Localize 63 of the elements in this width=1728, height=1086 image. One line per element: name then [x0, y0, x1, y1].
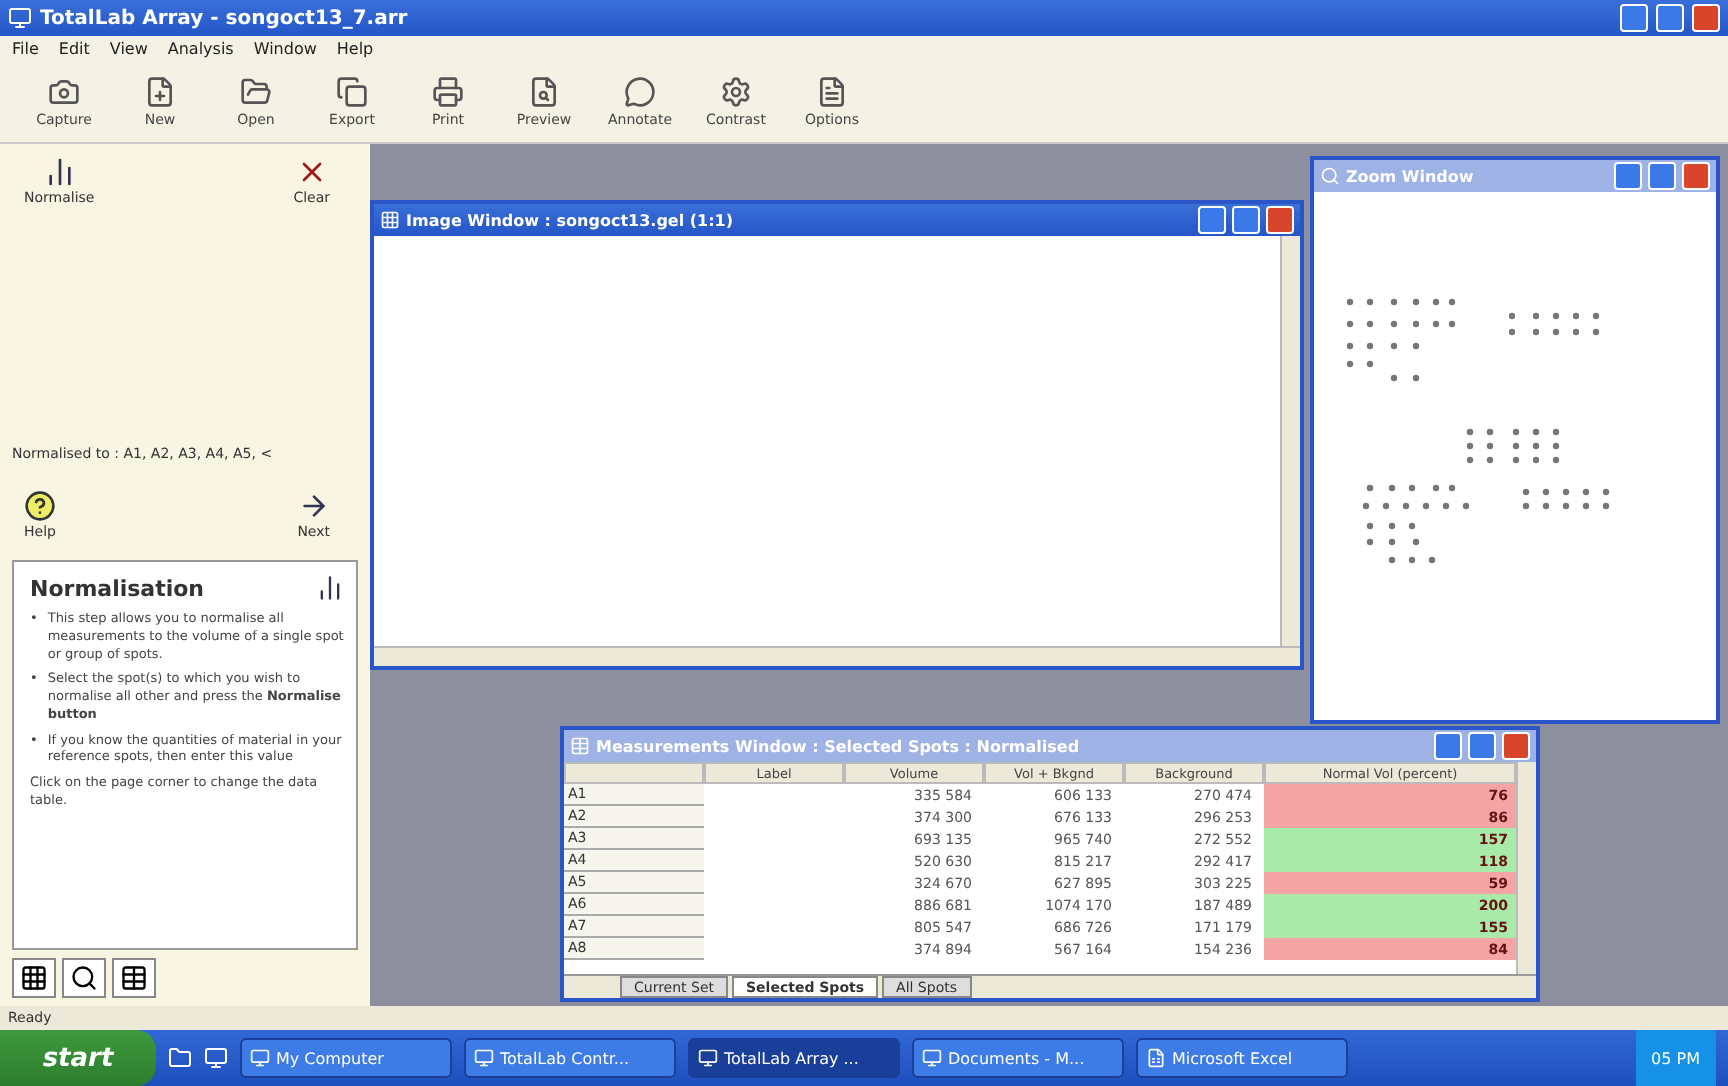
tool-icon — [816, 75, 848, 107]
window-icon — [922, 1048, 942, 1068]
close-button[interactable] — [1502, 732, 1530, 760]
folder-icon[interactable] — [168, 1046, 192, 1070]
menu-item[interactable]: Edit — [58, 39, 90, 57]
window-icon — [474, 1048, 494, 1068]
printer-icon — [432, 75, 464, 107]
panel-tab[interactable] — [112, 958, 156, 998]
close-button[interactable] — [1682, 162, 1710, 190]
close-button[interactable] — [1692, 4, 1720, 32]
taskbar-button[interactable]: My Computer — [240, 1038, 452, 1078]
maximize-button[interactable] — [1648, 162, 1676, 190]
scrollbar[interactable] — [374, 646, 1300, 666]
menu-item[interactable]: View — [109, 39, 148, 57]
clock: 05 PM — [1651, 1049, 1700, 1067]
grid-icon — [380, 210, 400, 230]
menu-item[interactable]: File — [12, 39, 39, 57]
maximize-button[interactable] — [1468, 732, 1496, 760]
menu-item[interactable]: Help — [336, 39, 374, 57]
tool-icon — [336, 75, 368, 107]
minimize-button[interactable] — [1620, 4, 1648, 32]
window-title: Zoom Window — [1346, 167, 1476, 185]
scrollbar[interactable] — [1516, 762, 1536, 974]
grid-icon — [20, 964, 48, 992]
scrollbar[interactable] — [1280, 236, 1300, 646]
panel-tab[interactable] — [12, 958, 56, 998]
arrow-right-icon — [297, 490, 330, 522]
bar-chart-icon — [316, 574, 344, 602]
spreadsheet-icon — [1146, 1048, 1166, 1068]
window-title: TotalLab Array - songoct13_7.arr — [40, 7, 410, 29]
monitor-icon[interactable] — [204, 1046, 228, 1070]
taskbar-button[interactable]: Microsoft Excel — [1136, 1038, 1348, 1078]
search-icon — [1320, 166, 1340, 186]
window-title: Image Window : songoct13.gel (1:1) — [406, 211, 736, 229]
app-icon — [8, 6, 32, 30]
help-icon — [24, 490, 56, 522]
maximize-button[interactable] — [1232, 206, 1260, 234]
tool-icon — [624, 75, 656, 107]
minimize-button[interactable] — [1614, 162, 1642, 190]
taskbar-button[interactable]: TotalLab Contr... — [464, 1038, 676, 1078]
window-icon — [250, 1048, 270, 1068]
panel-tab[interactable] — [62, 958, 106, 998]
menu-item[interactable]: Analysis — [167, 39, 234, 57]
minimize-button[interactable] — [1434, 732, 1462, 760]
search-icon — [70, 964, 98, 992]
tool-icon — [528, 75, 560, 107]
start-button[interactable]: start — [0, 1030, 156, 1086]
minimize-button[interactable] — [1198, 206, 1226, 234]
tool-icon — [240, 75, 272, 107]
bar-chart-icon — [43, 156, 76, 188]
tool-icon — [48, 75, 80, 107]
window-icon — [698, 1048, 718, 1068]
help-title: Normalisation — [30, 575, 205, 601]
taskbar-button[interactable]: TotalLab Array ... — [688, 1038, 900, 1078]
tool-icon — [144, 75, 176, 107]
table-icon — [120, 964, 148, 992]
menu-item[interactable]: Window — [253, 39, 317, 57]
maximize-button[interactable] — [1656, 4, 1684, 32]
table-icon — [570, 736, 590, 756]
taskbar-button[interactable]: Documents - M... — [912, 1038, 1124, 1078]
tool-icon — [720, 75, 752, 107]
window-title: Measurements Window : Selected Spots : Normalised — [596, 737, 1082, 755]
close-button[interactable] — [1266, 206, 1294, 234]
